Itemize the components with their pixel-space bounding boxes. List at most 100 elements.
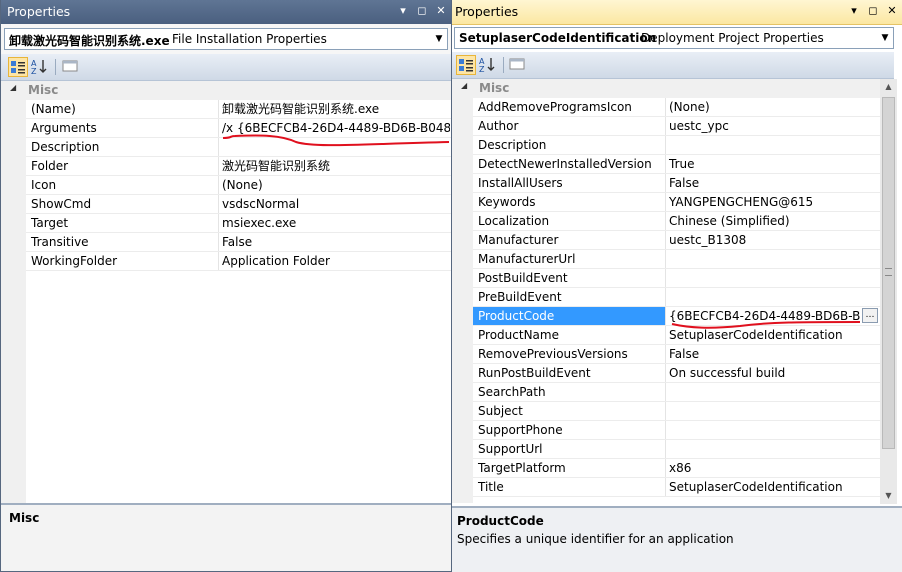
right-title-bar[interactable]: Properties ▾ ◻ ✕ xyxy=(452,0,902,25)
property-row[interactable]: Description xyxy=(26,138,451,157)
property-name[interactable]: Title xyxy=(473,478,666,496)
property-value[interactable]: msiexec.exe xyxy=(219,214,450,232)
property-row[interactable]: Keywords YANGPENGCHENG@615 xyxy=(473,193,880,212)
property-value[interactable] xyxy=(666,136,879,154)
property-row[interactable]: RunPostBuildEvent On successful build xyxy=(473,364,880,383)
property-name[interactable]: AddRemoveProgramsIcon xyxy=(473,98,666,116)
maximize-icon[interactable]: ◻ xyxy=(867,4,879,17)
property-row[interactable]: (Name) 卸载激光码智能识别系统.exe xyxy=(26,100,451,119)
property-name[interactable]: (Name) xyxy=(26,100,219,118)
property-row[interactable]: ProductName SetuplaserCodeIdentification xyxy=(473,326,880,345)
property-pages-icon[interactable] xyxy=(61,57,81,77)
property-name[interactable]: DetectNewerInstalledVersion xyxy=(473,155,666,173)
property-name[interactable]: SupportUrl xyxy=(473,440,666,458)
property-value[interactable] xyxy=(666,440,879,458)
property-value[interactable]: Application Folder xyxy=(219,252,450,270)
property-row[interactable]: ProductCode {6BECFCB4-26D4-4489-BD6B-B04… xyxy=(473,307,880,326)
property-row[interactable]: Folder 激光码智能识别系统 xyxy=(26,157,451,176)
property-value[interactable] xyxy=(219,138,450,156)
close-icon[interactable]: ✕ xyxy=(886,4,898,17)
property-row[interactable]: RemovePreviousVersions False xyxy=(473,345,880,364)
left-object-selector[interactable]: 卸载激光码智能识别系统.exe File Installation Proper… xyxy=(4,28,448,50)
property-value[interactable] xyxy=(666,383,879,401)
property-value[interactable] xyxy=(666,421,879,439)
property-row[interactable]: Title SetuplaserCodeIdentification xyxy=(473,478,880,497)
property-row[interactable]: PostBuildEvent xyxy=(473,269,880,288)
category-row[interactable]: ◢ Misc xyxy=(1,81,451,100)
property-value[interactable]: (None) xyxy=(219,176,450,194)
property-row[interactable]: SearchPath xyxy=(473,383,880,402)
property-name[interactable]: Icon xyxy=(26,176,219,194)
category-row[interactable]: ◢ Misc xyxy=(452,79,880,98)
property-value[interactable]: 激光码智能识别系统 xyxy=(219,157,450,175)
property-value[interactable]: False xyxy=(666,174,879,192)
alphabetical-sort-icon[interactable]: AZ xyxy=(478,55,498,75)
property-row[interactable]: SupportUrl xyxy=(473,440,880,459)
categorized-view-icon[interactable] xyxy=(8,57,28,77)
categorized-view-icon[interactable] xyxy=(456,55,476,75)
property-name[interactable]: RemovePreviousVersions xyxy=(473,345,666,363)
property-value[interactable]: SetuplaserCodeIdentification xyxy=(666,478,879,496)
right-object-selector[interactable]: SetuplaserCodeIdentification Deployment … xyxy=(454,27,894,49)
property-name[interactable]: Folder xyxy=(26,157,219,175)
property-name[interactable]: Description xyxy=(26,138,219,156)
vertical-scrollbar[interactable]: ▲ ▼ xyxy=(880,79,897,504)
property-row[interactable]: ShowCmd vsdscNormal xyxy=(26,195,451,214)
collapse-icon[interactable]: ◢ xyxy=(10,83,16,92)
chevron-down-icon[interactable]: ▼ xyxy=(877,28,893,48)
chevron-down-icon[interactable]: ▼ xyxy=(431,29,447,49)
property-row[interactable]: InstallAllUsers False xyxy=(473,174,880,193)
property-name[interactable]: ProductCode xyxy=(473,307,666,325)
dropdown-icon[interactable]: ▾ xyxy=(397,4,409,17)
property-name[interactable]: Subject xyxy=(473,402,666,420)
property-value[interactable]: SetuplaserCodeIdentification xyxy=(666,326,879,344)
property-row[interactable]: Target msiexec.exe xyxy=(26,214,451,233)
property-name[interactable]: Manufacturer xyxy=(473,231,666,249)
property-row[interactable]: Localization Chinese (Simplified) xyxy=(473,212,880,231)
scrollbar-thumb[interactable] xyxy=(882,97,895,449)
property-name[interactable]: InstallAllUsers xyxy=(473,174,666,192)
property-row[interactable]: DetectNewerInstalledVersion True xyxy=(473,155,880,174)
property-row[interactable]: TargetPlatform x86 xyxy=(473,459,880,478)
property-value[interactable] xyxy=(666,269,879,287)
property-name[interactable]: Author xyxy=(473,117,666,135)
scroll-up-icon[interactable]: ▲ xyxy=(881,79,896,95)
property-name[interactable]: WorkingFolder xyxy=(26,252,219,270)
property-name[interactable]: RunPostBuildEvent xyxy=(473,364,666,382)
property-row[interactable]: Manufacturer uestc_B1308 xyxy=(473,231,880,250)
property-name[interactable]: Arguments xyxy=(26,119,219,137)
property-value[interactable]: /x {6BECFCB4-26D4-4489-BD6B-B0486A xyxy=(219,119,450,137)
property-row[interactable]: Description xyxy=(473,136,880,155)
property-row[interactable]: Subject xyxy=(473,402,880,421)
maximize-icon[interactable]: ◻ xyxy=(416,4,428,17)
property-value[interactable]: True xyxy=(666,155,879,173)
property-value[interactable]: False xyxy=(219,233,450,251)
property-name[interactable]: SearchPath xyxy=(473,383,666,401)
property-row[interactable]: WorkingFolder Application Folder xyxy=(26,252,451,271)
property-value[interactable]: uestc_ypc xyxy=(666,117,879,135)
property-name[interactable]: SupportPhone xyxy=(473,421,666,439)
property-name[interactable]: ProductName xyxy=(473,326,666,344)
property-pages-icon[interactable] xyxy=(508,55,528,75)
property-row[interactable]: PreBuildEvent xyxy=(473,288,880,307)
property-value[interactable]: YANGPENGCHENG@615 xyxy=(666,193,879,211)
property-row[interactable]: ManufacturerUrl xyxy=(473,250,880,269)
property-value[interactable] xyxy=(666,402,879,420)
property-value[interactable]: uestc_B1308 xyxy=(666,231,879,249)
property-name[interactable]: PreBuildEvent xyxy=(473,288,666,306)
property-name[interactable]: Localization xyxy=(473,212,666,230)
left-title-bar[interactable]: Properties ▾ ◻ ✕ xyxy=(1,0,451,24)
property-value[interactable]: 卸载激光码智能识别系统.exe xyxy=(219,100,450,118)
property-name[interactable]: Description xyxy=(473,136,666,154)
property-row[interactable]: Author uestc_ypc xyxy=(473,117,880,136)
property-value[interactable]: (None) xyxy=(666,98,879,116)
property-name[interactable]: PostBuildEvent xyxy=(473,269,666,287)
property-row[interactable]: Transitive False xyxy=(26,233,451,252)
property-name[interactable]: Transitive xyxy=(26,233,219,251)
property-value[interactable]: On successful build xyxy=(666,364,879,382)
property-value[interactable]: {6BECFCB4-26D4-4489-BD6B-B04 xyxy=(666,307,861,325)
scroll-down-icon[interactable]: ▼ xyxy=(881,488,896,504)
property-name[interactable]: TargetPlatform xyxy=(473,459,666,477)
property-row[interactable]: Arguments/x {6BECFCB4-26D4-4489-BD6B-B04… xyxy=(26,119,451,138)
property-value[interactable]: False xyxy=(666,345,879,363)
